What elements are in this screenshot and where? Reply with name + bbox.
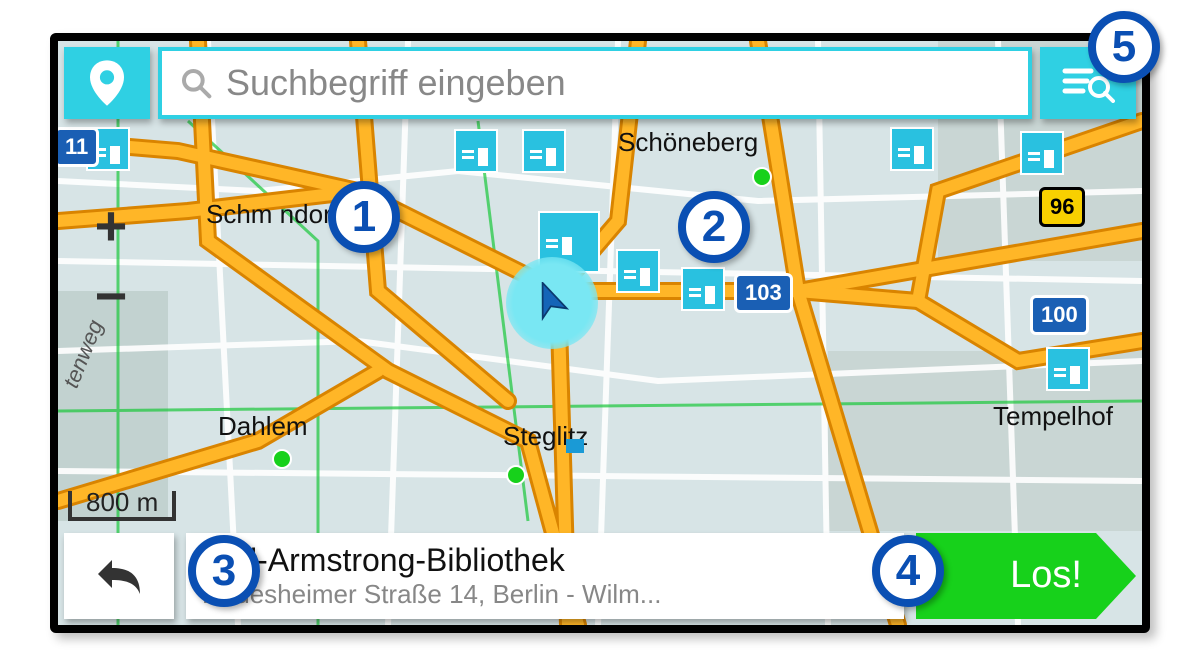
navigation-device: Schöneberg Schm ndorf Dahlem Steglitz Te… (50, 33, 1150, 633)
road-shield-partial: 11 (58, 127, 99, 167)
zoom-out-button[interactable]: − (76, 261, 146, 331)
map-dot (272, 449, 292, 469)
pin-icon (90, 60, 124, 106)
zoom-in-button[interactable]: + (76, 191, 146, 261)
poi-building-icon[interactable] (522, 129, 566, 173)
town-label: Schöneberg (618, 127, 758, 158)
result-title: Neil-Armstrong-Bibliothek (202, 542, 888, 579)
zoom-controls: + − (76, 191, 146, 331)
search-input[interactable]: Suchbegriff eingeben (158, 47, 1032, 119)
map-dot (506, 465, 526, 485)
map-scale: 800 m (68, 491, 176, 521)
town-label: Schm ndorf (206, 199, 339, 230)
poi-building-icon[interactable] (1046, 347, 1090, 391)
callout-5: 5 (1088, 11, 1160, 83)
poi-building-icon[interactable] (454, 129, 498, 173)
go-label: Los! (1010, 554, 1082, 597)
location-pin-button[interactable] (64, 47, 150, 119)
callout-1: 1 (328, 181, 400, 253)
road-shield: 100 (1030, 295, 1089, 335)
callout-2: 2 (678, 191, 750, 263)
search-placeholder: Suchbegriff eingeben (226, 62, 566, 104)
search-icon (180, 67, 212, 99)
road-shield: 103 (734, 273, 793, 313)
search-bar: Suchbegriff eingeben (64, 47, 1136, 119)
map-dot (752, 167, 772, 187)
go-button[interactable]: Los! (916, 533, 1136, 619)
callout-4: 4 (872, 535, 944, 607)
result-address: Rüdesheimer Straße 14, Berlin - Wilm... (202, 579, 888, 610)
poi-building-icon[interactable] (616, 249, 660, 293)
back-button[interactable] (64, 533, 174, 619)
arrow-cursor-icon (531, 282, 573, 324)
poi-building-icon[interactable] (1020, 131, 1064, 175)
map-marker-small (566, 439, 584, 453)
poi-building-icon[interactable] (890, 127, 934, 171)
back-arrow-icon (94, 554, 144, 598)
road-shield: 96 (1039, 187, 1085, 227)
town-label: Tempelhof (993, 401, 1113, 432)
result-card[interactable]: Neil-Armstrong-Bibliothek Rüdesheimer St… (186, 533, 904, 619)
poi-building-icon[interactable] (681, 267, 725, 311)
callout-3: 3 (188, 535, 260, 607)
town-label: Dahlem (218, 411, 308, 442)
current-position (506, 257, 598, 349)
